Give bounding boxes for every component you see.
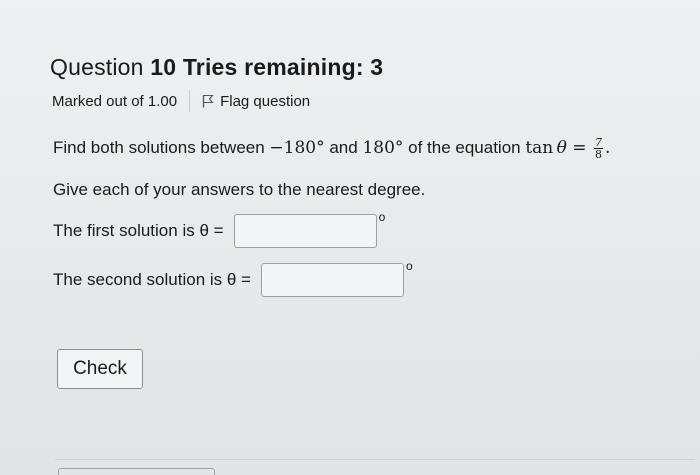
equation-period: .	[604, 138, 611, 158]
first-degree-symbol: o	[378, 210, 386, 224]
equation-func: tan	[525, 138, 554, 158]
first-answer-row: The first solution is θ = o	[53, 210, 385, 248]
bottom-divider	[55, 459, 695, 460]
second-answer-row: The second solution is θ = o	[53, 259, 413, 297]
instruction-text: Give each of your answers to the nearest…	[53, 180, 426, 199]
equation-fraction: 78	[593, 137, 603, 161]
question-number: 10	[150, 54, 177, 80]
second-solution-input[interactable]	[260, 263, 404, 297]
question-label: Question	[50, 54, 144, 80]
second-degree-symbol: o	[405, 259, 413, 273]
prompt-pos-angle: 180°	[362, 138, 404, 158]
flag-icon	[202, 94, 214, 108]
question-title: Question 10 Tries remaining: 3	[50, 54, 383, 81]
check-button[interactable]: Check	[57, 349, 143, 389]
question-prompt: Find both solutions between −180° and 18…	[53, 137, 610, 160]
equation: tan θ = 78.	[525, 137, 611, 161]
equation-equals: =	[566, 138, 592, 158]
equation-var: θ	[556, 138, 567, 158]
fraction-denominator: 8	[594, 148, 602, 161]
flag-question-link[interactable]: Flag question	[202, 93, 310, 110]
first-solution-label: The first solution is θ =	[53, 221, 224, 240]
flag-question-label: Flag question	[220, 92, 311, 110]
marked-out-of: Marked out of 1.00	[52, 92, 178, 110]
first-solution-input[interactable]	[233, 214, 377, 248]
bottom-tab-edge	[58, 468, 215, 475]
second-solution-label: The second solution is θ =	[53, 270, 251, 289]
question-meta: Marked out of 1.00 Flag question	[52, 90, 310, 112]
prompt-lead: Find both solutions between	[53, 138, 270, 157]
tries-remaining: Tries remaining: 3	[182, 54, 384, 80]
question-page: Question 10 Tries remaining: 3 Marked ou…	[0, 0, 700, 475]
meta-divider	[189, 90, 191, 112]
prompt-neg-angle: −180°	[269, 138, 325, 158]
prompt-and: and	[324, 138, 363, 157]
prompt-mid: of the equation	[403, 138, 526, 157]
